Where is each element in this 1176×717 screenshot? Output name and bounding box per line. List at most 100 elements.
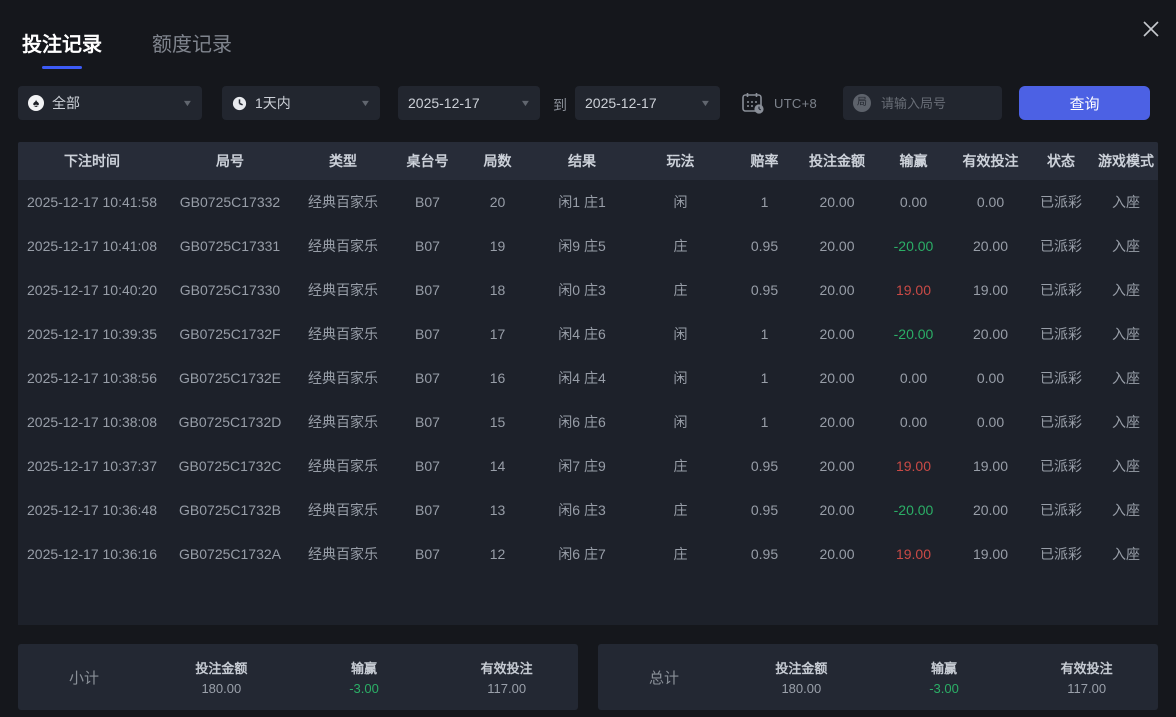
cell-status: 已派彩: [1040, 502, 1082, 518]
cell-time: 2025-12-17 10:38:08: [27, 414, 157, 430]
time-range-select[interactable]: 1天内 ▼: [222, 86, 380, 120]
cell-time: 2025-12-17 10:36:16: [27, 546, 157, 562]
column-header-8: 投注金额: [809, 153, 865, 169]
cell-valid: 0.00: [976, 370, 1005, 386]
cell-mode: 入座: [1112, 414, 1140, 430]
cell-table_no: B07: [415, 458, 440, 474]
round-number-field[interactable]: 局: [843, 86, 1002, 120]
cell-result: 闲6 庄7: [558, 546, 606, 562]
total-label: 总计: [648, 669, 679, 687]
cell-valid: 0.00: [976, 194, 1005, 210]
summary-item-value: 180.00: [201, 681, 242, 696]
game-type-value: 全部: [52, 95, 80, 111]
cell-type: 经典百家乐: [308, 458, 378, 474]
cell-valid: 20.00: [972, 238, 1009, 254]
cell-status: 已派彩: [1040, 458, 1082, 474]
table-row[interactable]: 2025-12-17 10:39:35 GB0725C1732F 经典百家乐 B07 1…: [18, 312, 1158, 356]
cell-amount: 20.00: [819, 546, 855, 562]
summary-item-value: -3.00: [929, 681, 959, 696]
cell-winloss: -20.00: [893, 326, 934, 342]
cell-time: 2025-12-17 10:40:20: [27, 282, 157, 298]
cell-round: GB0725C1732C: [178, 458, 282, 474]
table-row[interactable]: 2025-12-17 10:40:20 GB0725C17330 经典百家乐 B07 1…: [18, 268, 1158, 312]
cell-odds: 1: [760, 194, 769, 210]
cell-valid: 20.00: [972, 502, 1009, 518]
cell-result: 闲1 庄1: [558, 194, 606, 210]
cell-winloss: 0.00: [899, 414, 928, 430]
cell-play: 闲: [673, 414, 688, 430]
column-header-0: 下注时间: [64, 153, 120, 169]
cell-count: 15: [489, 414, 506, 430]
table-row[interactable]: 2025-12-17 10:41:58 GB0725C17332 经典百家乐 B07 2…: [18, 180, 1158, 224]
table-row[interactable]: 2025-12-17 10:36:16 GB0725C1732A 经典百家乐 B07 1…: [18, 532, 1158, 576]
betting-records-panel: 投注记录 额度记录 ♠ 全部 ▼ 1天内 ▼ 2025-12-17 ▼ 到 20…: [0, 0, 1176, 717]
cell-odds: 1: [760, 370, 769, 386]
summary-item-label: 输赢: [931, 661, 958, 676]
cell-winloss: -20.00: [893, 238, 934, 254]
date-to-select[interactable]: 2025-12-17 ▼: [575, 86, 720, 120]
column-header-10: 有效投注: [962, 153, 1019, 169]
tab-quota-records[interactable]: 额度记录: [152, 28, 232, 69]
column-header-5: 结果: [568, 153, 596, 169]
cell-type: 经典百家乐: [308, 194, 378, 210]
time-range-value: 1天内: [255, 95, 291, 111]
cell-time: 2025-12-17 10:41:58: [27, 194, 157, 210]
cell-mode: 入座: [1112, 282, 1140, 298]
subtotal-label: 小计: [68, 669, 99, 687]
cell-odds: 1: [760, 414, 769, 430]
summary-item: 有效投注 117.00: [1015, 658, 1158, 696]
summary-item-value: 180.00: [781, 681, 822, 696]
cell-table_no: B07: [415, 326, 440, 342]
summary-item-label: 输赢: [351, 661, 378, 676]
column-header-6: 玩法: [666, 153, 695, 169]
cell-round: GB0725C17332: [179, 194, 281, 210]
table-row[interactable]: 2025-12-17 10:38:08 GB0725C1732D 经典百家乐 B07 1…: [18, 400, 1158, 444]
column-header-2: 类型: [329, 153, 357, 169]
column-header-4: 局数: [483, 153, 512, 169]
table-row[interactable]: 2025-12-17 10:41:08 GB0725C17331 经典百家乐 B07 1…: [18, 224, 1158, 268]
date-from-select[interactable]: 2025-12-17 ▼: [398, 86, 540, 120]
clock-icon: [232, 96, 247, 110]
cell-amount: 20.00: [819, 370, 855, 386]
cell-play: 庄: [673, 546, 688, 562]
chevron-down-icon: ▼: [181, 98, 194, 108]
cell-amount: 20.00: [819, 194, 855, 210]
summary-item: 投注金额 180.00: [150, 658, 293, 696]
cell-play: 闲: [673, 370, 688, 386]
cell-valid: 19.00: [972, 282, 1009, 298]
table-row[interactable]: 2025-12-17 10:36:48 GB0725C1732B 经典百家乐 B07 1…: [18, 488, 1158, 532]
table-row[interactable]: 2025-12-17 10:38:56 GB0725C1732E 经典百家乐 B07 1…: [18, 356, 1158, 400]
tab-betting-records[interactable]: 投注记录: [22, 28, 102, 69]
date-from-value: 2025-12-17: [408, 95, 480, 111]
table-row[interactable]: 2025-12-17 10:37:37 GB0725C1732C 经典百家乐 B07 1…: [18, 444, 1158, 488]
column-header-1: 局号: [216, 153, 244, 169]
cell-table_no: B07: [415, 238, 440, 254]
summary-item-label: 投注金额: [775, 661, 828, 676]
column-header-9: 输赢: [899, 153, 928, 169]
close-icon[interactable]: [1136, 14, 1166, 44]
cell-play: 庄: [673, 502, 688, 518]
cell-play: 庄: [673, 238, 688, 254]
cell-odds: 0.95: [750, 502, 779, 518]
cell-round: GB0725C1732B: [179, 502, 281, 518]
cell-status: 已派彩: [1040, 326, 1082, 342]
game-type-select[interactable]: ♠ 全部 ▼: [18, 86, 202, 120]
cell-valid: 19.00: [972, 458, 1009, 474]
table-header: 下注时间 局号 类型 桌台号 局数 结果 玩法 赔率 投注金额 输赢 有效投注 状态 游戏模式: [18, 142, 1158, 180]
round-number-input[interactable]: [879, 94, 992, 112]
cell-play: 闲: [673, 326, 688, 342]
tab-betting-records-label: 投注记录: [22, 34, 102, 56]
cell-mode: 入座: [1112, 458, 1140, 474]
cell-result: 闲0 庄3: [558, 282, 606, 298]
cell-status: 已派彩: [1040, 546, 1082, 562]
query-button[interactable]: 查询: [1019, 86, 1150, 120]
cell-mode: 入座: [1112, 194, 1140, 210]
summary-item: 投注金额 180.00: [730, 658, 873, 696]
table-body: 2025-12-17 10:41:58 GB0725C17332 经典百家乐 B07 2…: [18, 180, 1158, 625]
cell-valid: 19.00: [972, 546, 1009, 562]
cell-type: 经典百家乐: [308, 546, 378, 562]
cell-type: 经典百家乐: [308, 370, 378, 386]
chevron-down-icon: ▼: [699, 98, 712, 108]
cell-amount: 20.00: [819, 238, 855, 254]
cell-status: 已派彩: [1040, 194, 1082, 210]
